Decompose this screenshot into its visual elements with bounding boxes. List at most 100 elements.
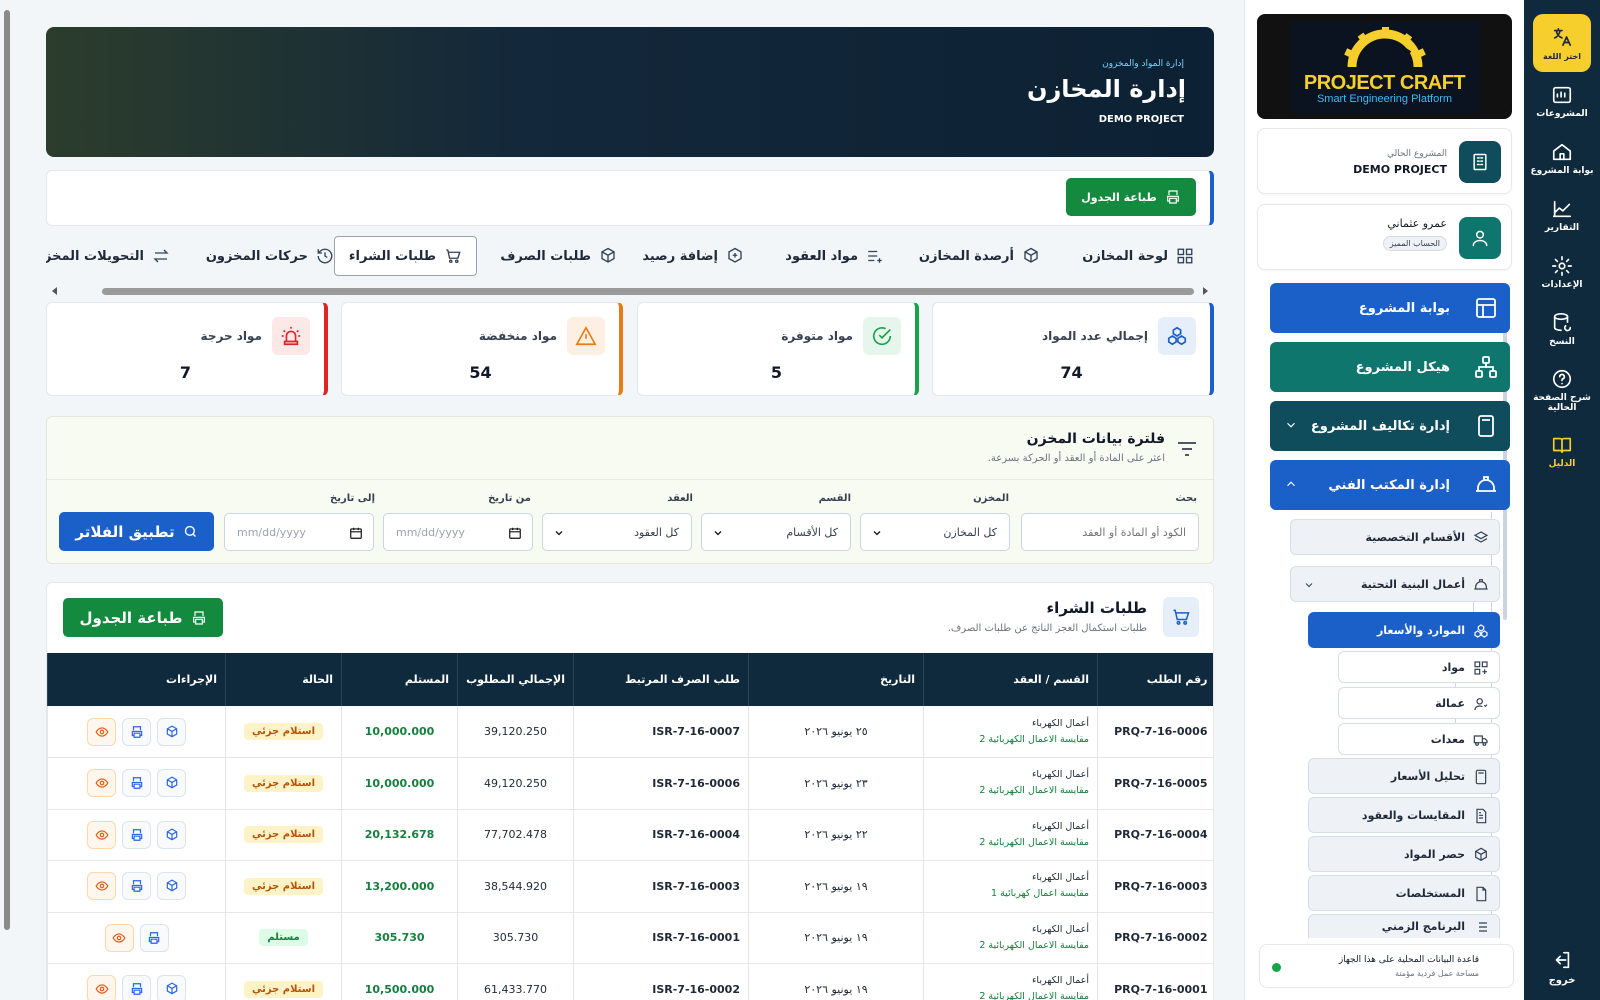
to-date-input[interactable]: mm/dd/yyyy: [224, 513, 374, 551]
tab-add-balance[interactable]: إضافة رصيد: [642, 236, 744, 276]
tabs-scrollbar[interactable]: [46, 285, 1214, 297]
tab-label: إضافة رصيد: [642, 248, 718, 264]
print-label: طباعة الجدول: [79, 608, 183, 627]
rail-project-portal[interactable]: بوابة المشروع: [1527, 130, 1597, 186]
view-button[interactable]: [87, 975, 116, 1000]
rail-reports[interactable]: التقارير: [1527, 187, 1597, 243]
tab-balances[interactable]: أرصدة المخازن: [919, 236, 1040, 276]
print-row-button[interactable]: [122, 820, 151, 849]
logo-title: PROJECT CRAFT: [1303, 71, 1466, 94]
tab-purchase-requests[interactable]: طلبات الشراء: [333, 236, 477, 276]
view-button[interactable]: [87, 872, 116, 901]
nav-label: إدارة تكاليف المشروع: [1310, 418, 1450, 434]
filter-title: فلترة بيانات المخزن: [1026, 431, 1165, 447]
tab-transfers[interactable]: التحويلات المخز: [46, 236, 170, 276]
from-date-input[interactable]: mm/dd/yyyy: [383, 513, 533, 551]
sidebar-item-takeoff[interactable]: حصر المواد: [1308, 836, 1500, 872]
logout-label: خروج: [1548, 975, 1576, 986]
contract-name: مقايسة الاعمال الكهربائية 2: [979, 836, 1089, 848]
column-header[interactable]: الإجراءات: [47, 653, 226, 706]
receive-button[interactable]: [157, 769, 186, 798]
request-date: ٢٢ يونيو ٢٠٢٦: [748, 809, 924, 861]
divider: [47, 479, 1213, 480]
view-button[interactable]: [87, 769, 116, 798]
sidebar-item-materials[interactable]: مواد: [1338, 651, 1500, 683]
tab-dashboard[interactable]: لوحة المخازن: [1082, 236, 1194, 276]
receive-button[interactable]: [157, 872, 186, 901]
request-date: ١٩ يونيو ٢٠٢٦: [748, 912, 924, 964]
sidebar-item-equipment[interactable]: معدات: [1338, 723, 1500, 755]
resources-icon: [1474, 624, 1488, 638]
request-date: ١٩ يونيو ٢٠٢٦: [748, 963, 924, 1000]
rail-page-help[interactable]: شرح الصفحة الحالية: [1527, 358, 1597, 422]
chevron-down-icon: [1305, 583, 1313, 588]
column-header[interactable]: الإجمالي المطلوب: [457, 653, 574, 706]
logout-button[interactable]: خروج: [1527, 949, 1597, 986]
rail-label: الإعدادات: [1541, 279, 1583, 290]
apply-filters-label: تطبيق الفلاتر: [75, 522, 175, 541]
dept-select[interactable]: كل الأقسام: [701, 513, 851, 551]
tab-contract-materials[interactable]: مواد العقود: [785, 236, 884, 276]
print-row-button[interactable]: [122, 769, 151, 798]
language-button[interactable]: اختر اللغة: [1533, 14, 1591, 72]
table-row: PRQ-7-16-0003 أعمال الكهرباء مقايسة اعمال …: [47, 860, 1213, 913]
receive-button[interactable]: [157, 717, 186, 746]
rail-settings[interactable]: الإعدادات: [1527, 244, 1597, 300]
column-header[interactable]: التاريخ: [748, 653, 924, 706]
print-row-button[interactable]: [122, 872, 151, 901]
sidebar-item-labor[interactable]: عمالة: [1338, 687, 1500, 719]
column-header[interactable]: طلب الصرف المرتبط: [573, 653, 749, 706]
box-icon: [166, 776, 177, 789]
print-row-button[interactable]: [122, 717, 151, 746]
view-button[interactable]: [87, 820, 116, 849]
request-date: ٢٣ يونيو ٢٠٢٦: [748, 757, 924, 810]
sidebar-item-contracts[interactable]: المقايسات والعقود: [1308, 797, 1500, 833]
contract-select[interactable]: كل العقود: [542, 513, 692, 551]
print-table-button[interactable]: طباعة الجدول: [1066, 178, 1196, 216]
stat-critical: مواد حرجة 7: [46, 302, 328, 396]
rail-backup[interactable]: النسخ: [1527, 301, 1597, 357]
sidebar-item-schedule[interactable]: البرنامج الزمني: [1308, 914, 1500, 938]
filter-panel: فلترة بيانات المخزن اعثر على المادة أو ا…: [46, 416, 1214, 564]
current-project-card[interactable]: المشروع الحالي DEMO PROJECT: [1257, 128, 1512, 194]
store-select[interactable]: كل المخازن: [860, 513, 1010, 551]
receive-button[interactable]: [157, 975, 186, 1000]
received-amount: 20,132.678: [341, 809, 458, 861]
column-header[interactable]: القسم / العقد: [923, 653, 1098, 706]
nav-project-structure[interactable]: هيكل المشروع: [1270, 342, 1510, 392]
print-row-button[interactable]: [139, 923, 169, 952]
column-header[interactable]: رقم الطلب: [1097, 653, 1213, 706]
view-button[interactable]: [104, 923, 134, 952]
tab-issue-requests[interactable]: طلبات الصرف: [500, 236, 617, 276]
tab-stock-movements[interactable]: حركات المخزون: [206, 236, 334, 276]
sidebar-item-label: عمالة: [1435, 697, 1465, 710]
nav-cost-management[interactable]: إدارة تكاليف المشروع: [1270, 401, 1510, 451]
sidebar-item-infrastructure[interactable]: أعمال البنية التحتية: [1290, 566, 1500, 602]
page-scrollbar[interactable]: [4, 10, 10, 930]
sidebar-item-specialized[interactable]: الأقسام التخصصية: [1290, 519, 1500, 555]
local-db-status: قاعدة البيانات المحلية على هذا الجهاز مس…: [1259, 944, 1514, 988]
column-header[interactable]: المستلم: [341, 653, 458, 706]
sidebar-item-price-analysis[interactable]: تحليل الأسعار: [1308, 758, 1500, 794]
user-card[interactable]: عمرو عثماني الحساب المميز: [1257, 204, 1512, 270]
calendar-icon: [350, 527, 362, 539]
nav-project-portal[interactable]: بوابة المشروع: [1270, 283, 1510, 333]
apply-filters-button[interactable]: تطبيق الفلاتر: [59, 512, 214, 551]
sidebar-scrollbar[interactable]: [1503, 290, 1507, 620]
page-header: إدارة المواد والمخزون إدارة المخازن DEMO…: [46, 27, 1214, 157]
rail-projects[interactable]: المشروعات: [1527, 73, 1597, 129]
nav-technical-office[interactable]: إدارة المكتب الفني: [1270, 460, 1510, 510]
calendar-icon: [509, 527, 521, 539]
view-button[interactable]: [87, 717, 116, 746]
search-input[interactable]: [1021, 513, 1199, 551]
scroll-thumb[interactable]: [102, 288, 1194, 295]
logout-icon: [1555, 951, 1570, 969]
print-table-button[interactable]: طباعة الجدول: [63, 598, 223, 637]
sidebar-item-invoices[interactable]: المستخلصات: [1308, 875, 1500, 911]
sidebar-item-resources[interactable]: الموارد والأسعار: [1308, 612, 1500, 648]
print-row-button[interactable]: [122, 975, 151, 1000]
table-header-row: رقم الطلب القسم / العقد التاريخ طلب الصر…: [47, 653, 1213, 706]
receive-button[interactable]: [157, 820, 186, 849]
column-header[interactable]: الحالة: [225, 653, 342, 706]
rail-guide[interactable]: الدليل: [1527, 423, 1597, 479]
